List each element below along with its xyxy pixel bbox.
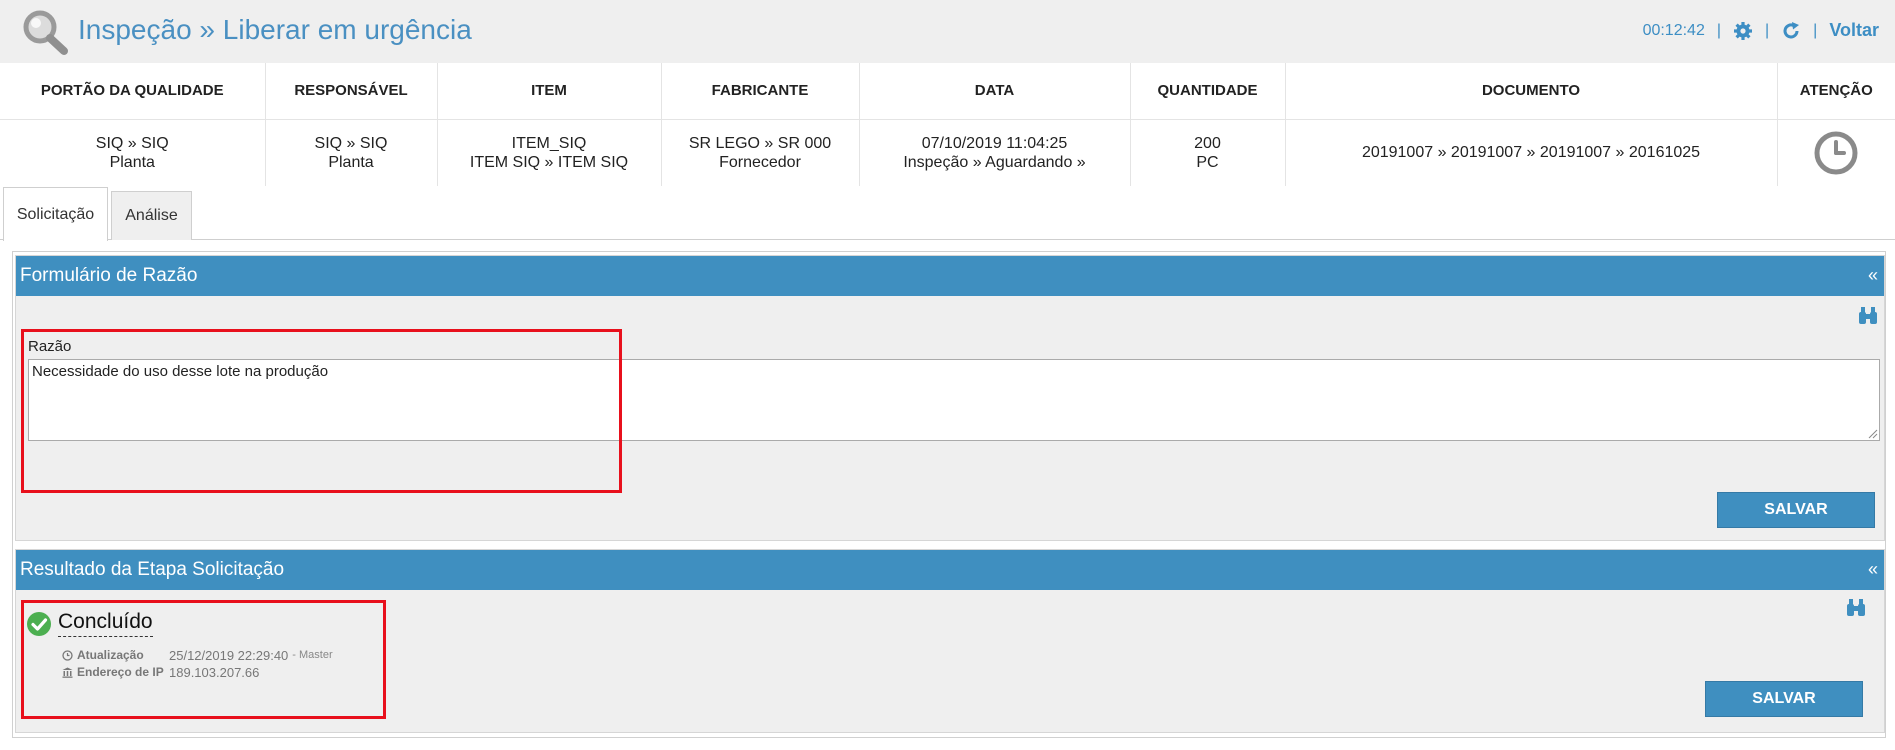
resize-grip-icon[interactable]	[1868, 429, 1878, 439]
page-title: Inspeção » Liberar em urgência	[78, 14, 472, 45]
separator: |	[1716, 21, 1721, 39]
cell-data: 07/10/2019 11:04:25 Inspeção » Aguardand…	[859, 119, 1131, 186]
refresh-icon[interactable]	[1781, 21, 1801, 41]
highlight-box	[21, 600, 386, 719]
separator: |	[1813, 21, 1818, 39]
cell-line: 07/10/2019 11:04:25	[921, 134, 1068, 152]
cell-item: ITEM_SIQ ITEM SIQ » ITEM SIQ	[437, 119, 662, 186]
cell-line: ITEM_SIQ	[511, 134, 587, 152]
binoculars-icon[interactable]	[1857, 306, 1879, 326]
panel-title: Resultado da Etapa Solicitação	[20, 559, 285, 580]
cell-documento: 20191007 » 20191007 » 20191007 » 2016102…	[1285, 119, 1778, 186]
cell-line: SR LEGO » SR 000	[688, 134, 832, 152]
collapse-icon[interactable]: «	[1868, 559, 1878, 580]
cell-responsavel: SIQ » SIQ Planta	[265, 119, 438, 186]
tab-analise[interactable]: Análise	[111, 191, 192, 240]
cell-line: ITEM SIQ » ITEM SIQ	[469, 153, 629, 171]
cell-portao: SIQ » SIQ Planta	[0, 119, 266, 186]
binoculars-icon[interactable]	[1845, 598, 1867, 618]
search-icon	[23, 10, 68, 55]
table-row: SIQ » SIQ Planta SIQ » SIQ Planta ITEM_S…	[0, 119, 1895, 186]
panel-title: Formulário de Razão	[20, 265, 198, 286]
save-button[interactable]: SALVAR	[1705, 681, 1863, 717]
cell-line: Fornecedor	[719, 153, 801, 171]
highlight-box	[21, 329, 622, 493]
cell-atencao	[1777, 119, 1895, 186]
cell-quantidade: 200 PC	[1130, 119, 1286, 186]
column-header: DATA	[859, 63, 1131, 120]
column-header: QUANTIDADE	[1130, 63, 1286, 120]
column-header: ATENÇÃO	[1777, 63, 1895, 120]
cell-line: Planta	[328, 153, 374, 171]
panel-header[interactable]: Resultado da Etapa Solicitação «	[16, 550, 1884, 590]
tab-bar: Solicitação Análise	[0, 187, 1895, 241]
column-header: PORTÃO DA QUALIDADE	[0, 63, 266, 120]
separator: |	[1765, 21, 1770, 39]
session-timer: 00:12:42	[1642, 21, 1705, 39]
cell-line: 200	[1194, 134, 1221, 152]
cell-line: Planta	[109, 153, 155, 171]
cell-line: SIQ » SIQ	[95, 134, 169, 152]
column-header: FABRICANTE	[661, 63, 860, 120]
table-header-row: PORTÃO DA QUALIDADE RESPONSÁVEL ITEM FAB…	[0, 63, 1895, 120]
column-header: ITEM	[437, 63, 662, 120]
back-link[interactable]: Voltar	[1829, 20, 1879, 41]
save-button[interactable]: SALVAR	[1717, 492, 1875, 528]
column-header: DOCUMENTO	[1285, 63, 1778, 120]
gear-icon[interactable]	[1733, 21, 1753, 41]
cell-line: SIQ » SIQ	[314, 134, 388, 152]
cell-line: PC	[1196, 153, 1219, 171]
tab-solicitacao[interactable]: Solicitação	[3, 187, 108, 241]
cell-line: Inspeção » Aguardando »	[903, 153, 1086, 171]
inspection-info-table: PORTÃO DA QUALIDADE RESPONSÁVEL ITEM FAB…	[0, 63, 1895, 186]
header-actions: 00:12:42 | | | Voltar	[1643, 20, 1879, 41]
page-header: Inspeção » Liberar em urgência 00:12:42 …	[0, 0, 1895, 63]
column-header: RESPONSÁVEL	[265, 63, 438, 120]
clock-icon	[1814, 131, 1858, 175]
cell-fabricante: SR LEGO » SR 000 Fornecedor	[661, 119, 860, 186]
collapse-icon[interactable]: «	[1868, 265, 1878, 286]
panel-header[interactable]: Formulário de Razão «	[16, 256, 1884, 296]
